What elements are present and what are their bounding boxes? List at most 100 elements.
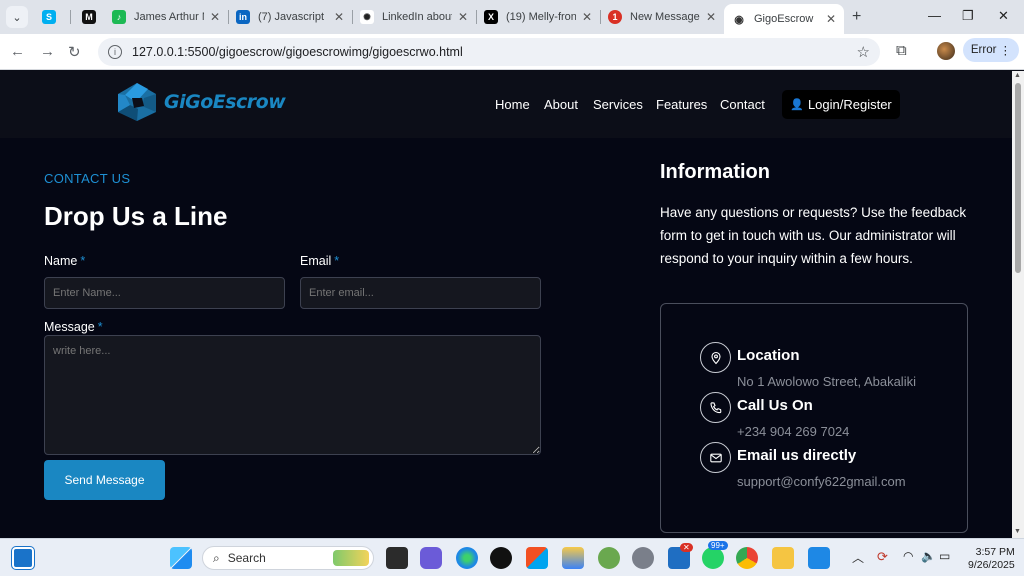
phone-icon (700, 392, 731, 423)
tab-title: New Message! (630, 11, 700, 23)
notification-icon: 1 (608, 10, 622, 24)
taskbar-search[interactable]: ⌕ Search (202, 546, 374, 570)
tab-search-button[interactable]: ⌄ (6, 6, 28, 28)
tab-title: James Arthur M (134, 11, 204, 23)
nav-link-contact[interactable]: Contact (720, 97, 765, 112)
nav-link-features[interactable]: Features (656, 97, 707, 112)
section-eyebrow: CONTACT US (44, 171, 131, 186)
widgets-icon[interactable] (11, 546, 35, 570)
nav-link-services[interactable]: Services (593, 97, 643, 112)
message-field[interactable] (44, 335, 541, 455)
system-clock[interactable]: 3:57 PM 9/26/2025 (968, 546, 1015, 572)
scrollbar-thumb[interactable] (1015, 83, 1021, 273)
search-label: Search (227, 551, 266, 565)
vscode-icon[interactable] (808, 547, 830, 569)
tab-new-message[interactable]: 1 New Message! ✕ (600, 4, 724, 30)
app-icon[interactable] (598, 547, 620, 569)
close-icon[interactable]: ✕ (826, 12, 836, 26)
whatsapp-badge: 99+ (708, 541, 728, 550)
linkedin-icon: in (236, 10, 250, 24)
search-highlight-image (333, 550, 369, 566)
tab-title: (19) Melly-front (506, 11, 576, 23)
globe-icon: ◉ (732, 12, 746, 26)
settings-gear-icon[interactable] (632, 547, 654, 569)
section-heading: Drop Us a Line (44, 201, 228, 231)
email-field[interactable] (300, 277, 541, 309)
tab-x[interactable]: X (19) Melly-front ✕ (476, 4, 600, 30)
back-icon[interactable]: ← (10, 43, 25, 60)
wifi-icon[interactable]: ◠ (903, 549, 913, 563)
profile-avatar[interactable] (937, 42, 955, 60)
error-menu-button[interactable]: Error ⋮ (963, 38, 1019, 62)
phone-title: Call Us On (737, 397, 813, 414)
tab-skype[interactable]: S (34, 4, 74, 30)
tiktok-icon[interactable] (490, 547, 512, 569)
name-field[interactable] (44, 277, 285, 309)
sync-icon[interactable]: ⟳ (877, 549, 888, 565)
nav-link-about[interactable]: About (544, 97, 578, 112)
location-title: Location (737, 347, 800, 364)
tab-chatgpt[interactable]: ✺ LinkedIn about ✕ (352, 4, 476, 30)
start-icon[interactable] (170, 547, 192, 569)
mail-icon (700, 442, 731, 473)
medium-icon: M (82, 10, 96, 24)
edge-icon[interactable] (456, 547, 478, 569)
page-scrollbar[interactable]: ▲ ▼ (1012, 71, 1024, 538)
whatsapp-icon[interactable] (702, 547, 724, 569)
tab-linkedin-js[interactable]: in (7) Javascript De ✕ (228, 4, 352, 30)
email-title: Email us directly (737, 447, 857, 464)
file-explorer-icon[interactable] (772, 547, 794, 569)
volume-icon[interactable]: 🔈 (921, 549, 936, 563)
close-icon[interactable]: ✕ (210, 10, 220, 24)
chatgpt-icon: ✺ (360, 10, 374, 24)
site-info-icon[interactable]: i (108, 45, 122, 59)
x-icon: X (484, 10, 498, 24)
store-icon[interactable] (526, 547, 548, 569)
task-view-icon[interactable] (386, 547, 408, 569)
address-toolbar: ← → ↻ i 127.0.0.1:5500/gigoescrow/gigoes… (0, 34, 1024, 70)
restore-button[interactable]: ❐ (962, 8, 974, 24)
required-mark: * (334, 254, 340, 268)
url-bar[interactable]: i 127.0.0.1:5500/gigoescrow/gigoescrowim… (98, 38, 880, 66)
send-message-button[interactable]: Send Message (44, 460, 165, 500)
scroll-down-icon[interactable]: ▼ (1014, 528, 1021, 535)
scroll-up-icon[interactable]: ▲ (1014, 72, 1021, 79)
close-icon[interactable]: ✕ (334, 10, 344, 24)
close-icon[interactable]: ✕ (582, 10, 592, 24)
nav-link-home[interactable]: Home (495, 97, 530, 112)
tab-gigoescrow[interactable]: ◉ GigoEscrow ✕ (724, 4, 844, 34)
user-icon: 👤 (790, 99, 804, 111)
outlook-badge: ✕ (680, 543, 693, 552)
tab-title: (7) Javascript De (258, 11, 328, 23)
search-icon: ⌕ (213, 550, 220, 565)
skype-icon: S (42, 10, 56, 24)
message-label: Message * (44, 320, 103, 334)
photos-icon[interactable] (562, 547, 584, 569)
bookmark-star-icon[interactable]: ☆ (857, 43, 870, 61)
login-register-button[interactable]: 👤 Login/Register (782, 90, 900, 119)
site-logo[interactable]: GiGoEscrow (114, 81, 286, 123)
login-label: Login/Register (807, 97, 892, 112)
email-value: support@confy622gmail.com (737, 474, 906, 489)
info-heading: Information (660, 161, 770, 183)
minimize-button[interactable]: — (928, 8, 941, 23)
close-window-button[interactable]: ✕ (998, 8, 1009, 24)
required-mark: * (97, 320, 103, 334)
forward-icon[interactable]: → (40, 43, 55, 60)
tab-medium[interactable]: M (74, 4, 104, 30)
clock-date: 9/26/2025 (968, 559, 1015, 571)
close-icon[interactable]: ✕ (458, 10, 468, 24)
location-value: No 1 Awolowo Street, Abakaliki (737, 374, 916, 389)
battery-icon[interactable]: ▭ (939, 549, 950, 563)
extensions-icon[interactable]: ⧉ (896, 42, 907, 59)
tab-spotify[interactable]: ♪ James Arthur M ✕ (104, 4, 228, 30)
map-pin-icon (700, 342, 731, 373)
new-tab-button[interactable]: + (852, 8, 861, 26)
chevron-up-icon[interactable]: ︿ (852, 549, 864, 566)
chrome-icon[interactable] (736, 547, 758, 569)
url-text: 127.0.0.1:5500/gigoescrow/gigoescrowimg/… (132, 45, 463, 59)
error-label: Error (970, 44, 997, 56)
teams-icon[interactable] (420, 547, 442, 569)
close-icon[interactable]: ✕ (706, 10, 716, 24)
reload-icon[interactable]: ↻ (68, 43, 81, 61)
